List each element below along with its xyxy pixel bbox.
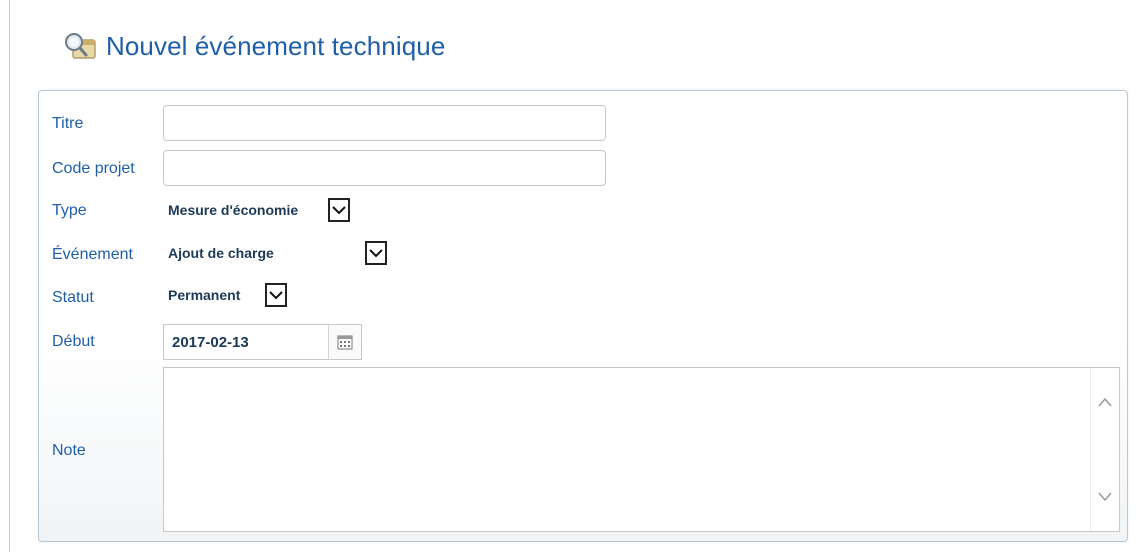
evenement-selected-value: Ajout de charge xyxy=(168,245,274,261)
statut-label: Statut xyxy=(52,289,94,306)
note-textarea[interactable] xyxy=(163,367,1120,532)
date-picker-button[interactable] xyxy=(328,325,361,359)
calendar-icon xyxy=(337,335,353,350)
code-projet-label: Code projet xyxy=(52,160,135,177)
statut-selected-value: Permanent xyxy=(168,287,241,303)
type-label: Type xyxy=(52,202,87,219)
page-header: Nouvel événement technique xyxy=(62,26,445,66)
debut-date-value[interactable]: 2017-02-13 xyxy=(164,334,328,351)
titre-field[interactable] xyxy=(163,105,606,141)
type-selected-value: Mesure d'économie xyxy=(168,202,299,218)
page-title: Nouvel événement technique xyxy=(106,30,446,61)
note-label: Note xyxy=(52,442,86,459)
debut-label: Début xyxy=(52,333,95,350)
search-calendar-icon xyxy=(65,33,96,59)
chevron-down-icon[interactable] xyxy=(365,241,387,265)
chevron-down-icon[interactable] xyxy=(265,283,287,307)
note-scrollbar[interactable] xyxy=(1090,368,1119,531)
chevron-down-icon[interactable] xyxy=(328,198,350,222)
evenement-label: Événement xyxy=(52,246,133,263)
type-select[interactable]: Mesure d'économie xyxy=(163,195,352,225)
evenement-select[interactable]: Ajout de charge xyxy=(163,238,389,268)
debut-date-field[interactable]: 2017-02-13 xyxy=(163,324,362,360)
titre-label: Titre xyxy=(52,115,84,132)
chevron-down-icon[interactable] xyxy=(1097,491,1113,503)
statut-select[interactable]: Permanent xyxy=(163,280,289,310)
chevron-up-icon[interactable] xyxy=(1097,396,1113,408)
code-projet-field[interactable] xyxy=(163,150,606,186)
left-divider xyxy=(9,0,10,552)
